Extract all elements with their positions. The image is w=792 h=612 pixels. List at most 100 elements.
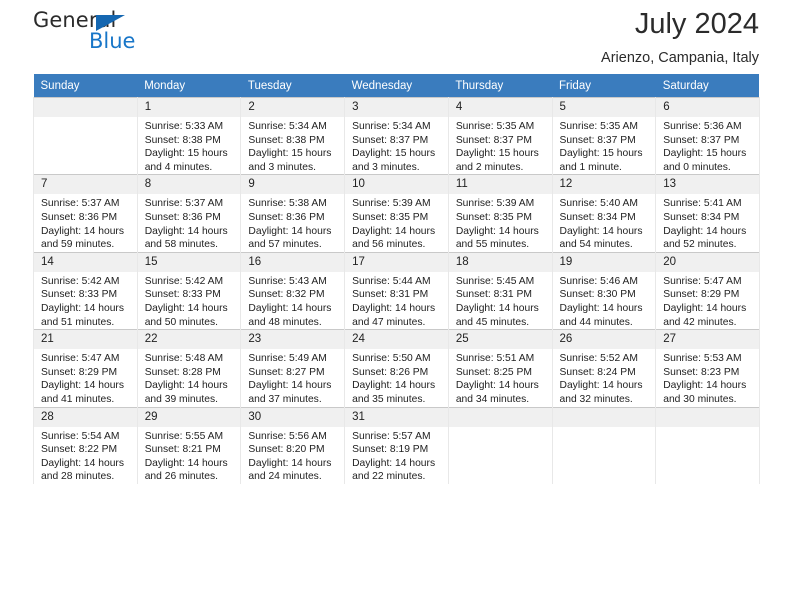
daylight-text: Daylight: 14 hours and 37 minutes. [248, 380, 332, 405]
sunset-text: Sunset: 8:29 PM [41, 366, 118, 378]
day-number: 1 [137, 98, 241, 117]
calendar-week-row: 21 Sunrise: 5:47 AM Sunset: 8:29 PM Dayligh… [33, 329, 760, 407]
calendar-day-cell[interactable]: 10 Sunrise: 5:39 AM Sunset: 8:35 PM Dayligh… [344, 174, 449, 253]
day-number: 5 [552, 98, 656, 117]
daylight-text: Daylight: 14 hours and 47 minutes. [352, 302, 436, 328]
calendar-day-cell[interactable]: 26 Sunrise: 5:52 AM Sunset: 8:24 PM Dayligh… [551, 329, 657, 407]
daylight-text: Daylight: 14 hours and 24 minutes. [248, 457, 332, 483]
day-sun-info: Sunrise: 5:47 AM Sunset: 8:29 PM Daylight:… [34, 349, 137, 406]
calendar-day-cell[interactable]: 14 Sunrise: 5:42 AM Sunset: 8:33 PM Dayligh… [33, 251, 138, 330]
daylight-text: Daylight: 14 hours and 52 minutes. [663, 225, 747, 251]
sunset-text: Sunset: 8:36 PM [144, 211, 221, 223]
daylight-text: Daylight: 14 hours and 28 minutes. [41, 457, 124, 483]
calendar-day-cell[interactable]: 5 Sunrise: 5:35 AM Sunset: 8:37 PM Daylight… [551, 96, 657, 175]
calendar-day-cell[interactable]: 4 Sunrise: 5:35 AM Sunset: 8:37 PM Daylight… [447, 96, 553, 175]
calendar-day-cell[interactable]: 20 Sunrise: 5:47 AM Sunset: 8:29 PM Dayligh… [655, 251, 760, 330]
day-sun-info: Sunrise: 5:48 AM Sunset: 8:28 PM Daylight:… [138, 349, 241, 406]
calendar-day-cell[interactable]: 15 Sunrise: 5:42 AM Sunset: 8:33 PM Dayligh… [136, 251, 242, 330]
day-sun-info: Sunrise: 5:50 AM Sunset: 8:26 PM Daylight:… [345, 349, 448, 406]
sunrise-text: Sunrise: 5:38 AM [248, 198, 327, 210]
sunset-text: Sunset: 8:35 PM [352, 211, 429, 223]
calendar-day-cell[interactable]: 3 Sunrise: 5:34 AM Sunset: 8:37 PM Daylight… [344, 96, 449, 175]
calendar-day-cell[interactable]: 18 Sunrise: 5:45 AM Sunset: 8:31 PM Dayligh… [447, 251, 553, 330]
day-sun-info: Sunrise: 5:39 AM Sunset: 8:35 PM Daylight:… [345, 194, 448, 251]
day-number: 3 [345, 98, 448, 117]
day-number: 6 [656, 98, 759, 117]
calendar-header-row: Sunday Monday Tuesday Wednesday Thursday… [33, 74, 760, 98]
day-number: 27 [656, 330, 759, 350]
sunrise-text: Sunrise: 5:43 AM [248, 275, 327, 287]
day-sun-info: Sunrise: 5:43 AM Sunset: 8:32 PM Daylight:… [241, 272, 344, 329]
daylight-text: Daylight: 14 hours and 57 minutes. [248, 225, 332, 251]
calendar-day-cell[interactable]: 25 Sunrise: 5:51 AM Sunset: 8:25 PM Dayligh… [447, 329, 553, 407]
weekday-header-thursday: Thursday [448, 74, 553, 98]
calendar-day-cell[interactable]: 2 Sunrise: 5:34 AM Sunset: 8:38 PM Daylight… [240, 96, 346, 175]
daylight-text: Daylight: 14 hours and 45 minutes. [455, 302, 539, 328]
calendar-day-cell[interactable]: 31 Sunrise: 5:57 AM Sunset: 8:19 PM Dayligh… [344, 406, 449, 484]
general-blue-logo[interactable]: General Blue [33, 8, 213, 58]
sunset-text: Sunset: 8:25 PM [455, 366, 532, 378]
sunset-text: Sunset: 8:21 PM [144, 444, 221, 456]
calendar-day-cell[interactable]: 12 Sunrise: 5:40 AM Sunset: 8:34 PM Dayligh… [551, 174, 657, 253]
calendar-day-cell[interactable]: 22 Sunrise: 5:48 AM Sunset: 8:28 PM Dayligh… [136, 329, 242, 407]
calendar-day-cell[interactable]: 17 Sunrise: 5:44 AM Sunset: 8:31 PM Dayligh… [344, 251, 449, 330]
calendar-day-cell[interactable]: 21 Sunrise: 5:47 AM Sunset: 8:29 PM Dayligh… [33, 329, 138, 407]
day-number: 18 [448, 252, 552, 272]
calendar-table: Sunday Monday Tuesday Wednesday Thursday… [33, 74, 760, 484]
calendar-day-cell[interactable]: 11 Sunrise: 5:39 AM Sunset: 8:35 PM Dayligh… [447, 174, 553, 253]
weekday-header-monday: Monday [137, 74, 241, 98]
sunrise-text: Sunrise: 5:41 AM [663, 198, 742, 210]
calendar-day-cell[interactable]: 27 Sunrise: 5:53 AM Sunset: 8:23 PM Dayligh… [655, 329, 760, 407]
weekday-header-friday: Friday [552, 74, 656, 98]
daylight-text: Daylight: 14 hours and 56 minutes. [352, 225, 436, 251]
day-number [448, 407, 552, 427]
calendar-day-cell[interactable]: 1 Sunrise: 5:33 AM Sunset: 8:38 PM Daylight… [136, 96, 242, 175]
page-header: General Blue July 2024 Arienzo, Campania… [33, 0, 759, 74]
day-number: 19 [552, 252, 656, 272]
calendar-body: 1 Sunrise: 5:33 AM Sunset: 8:38 PM Daylight… [33, 96, 760, 484]
calendar-day-cell[interactable]: 6 Sunrise: 5:36 AM Sunset: 8:37 PM Daylight… [655, 96, 760, 175]
calendar-day-cell[interactable]: 30 Sunrise: 5:56 AM Sunset: 8:20 PM Dayligh… [240, 406, 346, 484]
weekday-header-sunday: Sunday [33, 74, 138, 98]
day-sun-info: Sunrise: 5:44 AM Sunset: 8:31 PM Daylight:… [345, 272, 448, 329]
day-number: 12 [552, 175, 656, 195]
sunrise-text: Sunrise: 5:45 AM [455, 275, 535, 287]
daylight-text: Daylight: 14 hours and 44 minutes. [559, 302, 643, 328]
day-sun-info: Sunrise: 5:33 AM Sunset: 8:38 PM Daylight:… [138, 117, 241, 174]
sunset-text: Sunset: 8:38 PM [144, 134, 221, 146]
calendar-day-cell[interactable]: 16 Sunrise: 5:43 AM Sunset: 8:32 PM Dayligh… [240, 251, 346, 330]
day-sun-info: Sunrise: 5:53 AM Sunset: 8:23 PM Daylight:… [656, 349, 759, 406]
daylight-text: Daylight: 14 hours and 26 minutes. [144, 457, 228, 483]
day-number: 16 [241, 252, 345, 272]
day-number: 17 [345, 252, 448, 272]
calendar-day-cell[interactable]: 9 Sunrise: 5:38 AM Sunset: 8:36 PM Daylight… [240, 174, 346, 253]
calendar-day-cell[interactable]: 28 Sunrise: 5:54 AM Sunset: 8:22 PM Dayligh… [33, 406, 138, 484]
sunrise-text: Sunrise: 5:33 AM [144, 121, 224, 132]
calendar-day-cell[interactable]: 7 Sunrise: 5:37 AM Sunset: 8:36 PM Daylight… [33, 174, 138, 253]
day-sun-info: Sunrise: 5:37 AM Sunset: 8:36 PM Daylight:… [34, 194, 137, 251]
sunset-text: Sunset: 8:20 PM [248, 444, 325, 456]
day-number: 26 [552, 330, 656, 350]
day-number: 9 [241, 175, 345, 195]
day-number [552, 407, 656, 427]
sunset-text: Sunset: 8:33 PM [144, 289, 221, 301]
calendar-day-cell[interactable]: 24 Sunrise: 5:50 AM Sunset: 8:26 PM Dayligh… [344, 329, 449, 407]
calendar-day-cell[interactable]: 13 Sunrise: 5:41 AM Sunset: 8:34 PM Dayligh… [655, 174, 760, 253]
weekday-header-tuesday: Tuesday [240, 74, 345, 98]
day-sun-info: Sunrise: 5:37 AM Sunset: 8:36 PM Daylight:… [138, 194, 241, 251]
sunrise-text: Sunrise: 5:47 AM [41, 353, 120, 365]
day-sun-info: Sunrise: 5:41 AM Sunset: 8:34 PM Daylight:… [656, 194, 759, 251]
daylight-text: Daylight: 14 hours and 54 minutes. [559, 225, 643, 251]
sunrise-text: Sunrise: 5:44 AM [352, 275, 431, 287]
calendar-day-cell[interactable]: 29 Sunrise: 5:55 AM Sunset: 8:21 PM Dayligh… [136, 406, 242, 484]
sunrise-text: Sunrise: 5:57 AM [352, 430, 431, 442]
calendar-day-cell[interactable]: 19 Sunrise: 5:46 AM Sunset: 8:30 PM Dayligh… [551, 251, 657, 330]
sunset-text: Sunset: 8:23 PM [663, 366, 740, 378]
calendar-week-row: 14 Sunrise: 5:42 AM Sunset: 8:33 PM Dayligh… [33, 251, 760, 330]
day-number: 21 [34, 330, 137, 350]
day-number [656, 407, 759, 427]
sunset-text: Sunset: 8:27 PM [248, 366, 325, 378]
daylight-text: Daylight: 14 hours and 55 minutes. [455, 225, 539, 251]
calendar-day-cell[interactable]: 23 Sunrise: 5:49 AM Sunset: 8:27 PM Dayligh… [240, 329, 346, 407]
calendar-day-cell[interactable]: 8 Sunrise: 5:37 AM Sunset: 8:36 PM Daylight… [136, 174, 242, 253]
